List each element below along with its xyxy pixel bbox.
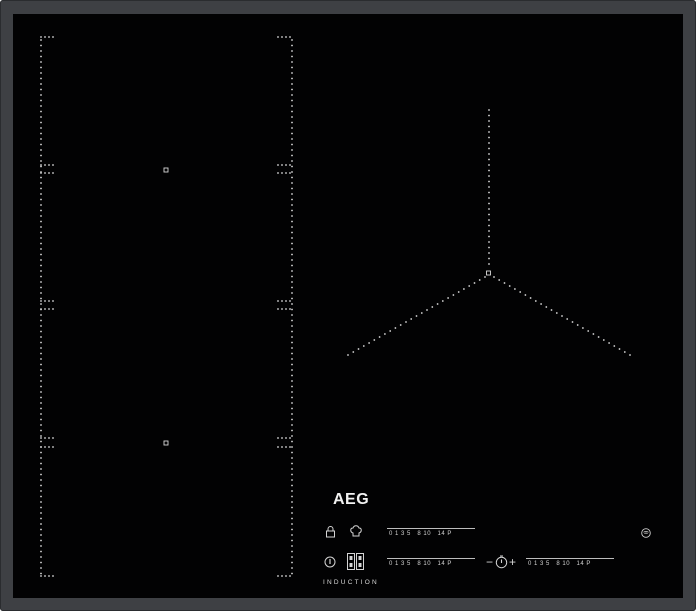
timer-minus-button[interactable]: −: [486, 556, 493, 568]
slider-scale: 0 1 3 5 8 10 14 P: [389, 561, 452, 567]
brand-logo: AEG: [333, 491, 370, 508]
induction-label: INDUCTION: [323, 579, 379, 586]
power-slider-right[interactable]: 0 1 3 5 8 10 14 P: [526, 558, 614, 572]
wifi-hob2hood-icon[interactable]: [641, 528, 651, 538]
power-slider-left-rear[interactable]: 0 1 3 5 8 10 14 P: [387, 558, 475, 572]
zone-select-icon[interactable]: [347, 553, 364, 570]
cooking-zone-markings: [40, 36, 631, 577]
timer-icon[interactable]: [495, 555, 508, 569]
power-slider-left-front[interactable]: 0 1 3 5 8 10 14 P: [387, 528, 475, 542]
slider-scale: 0 1 3 5 8 10 14 P: [389, 531, 452, 537]
slider-scale: 0 1 3 5 8 10 14 P: [528, 561, 591, 567]
lock-icon[interactable]: [325, 526, 336, 538]
chef-hat-icon[interactable]: [350, 525, 362, 538]
timer-plus-button[interactable]: +: [509, 556, 516, 568]
power-icon[interactable]: [324, 556, 336, 568]
